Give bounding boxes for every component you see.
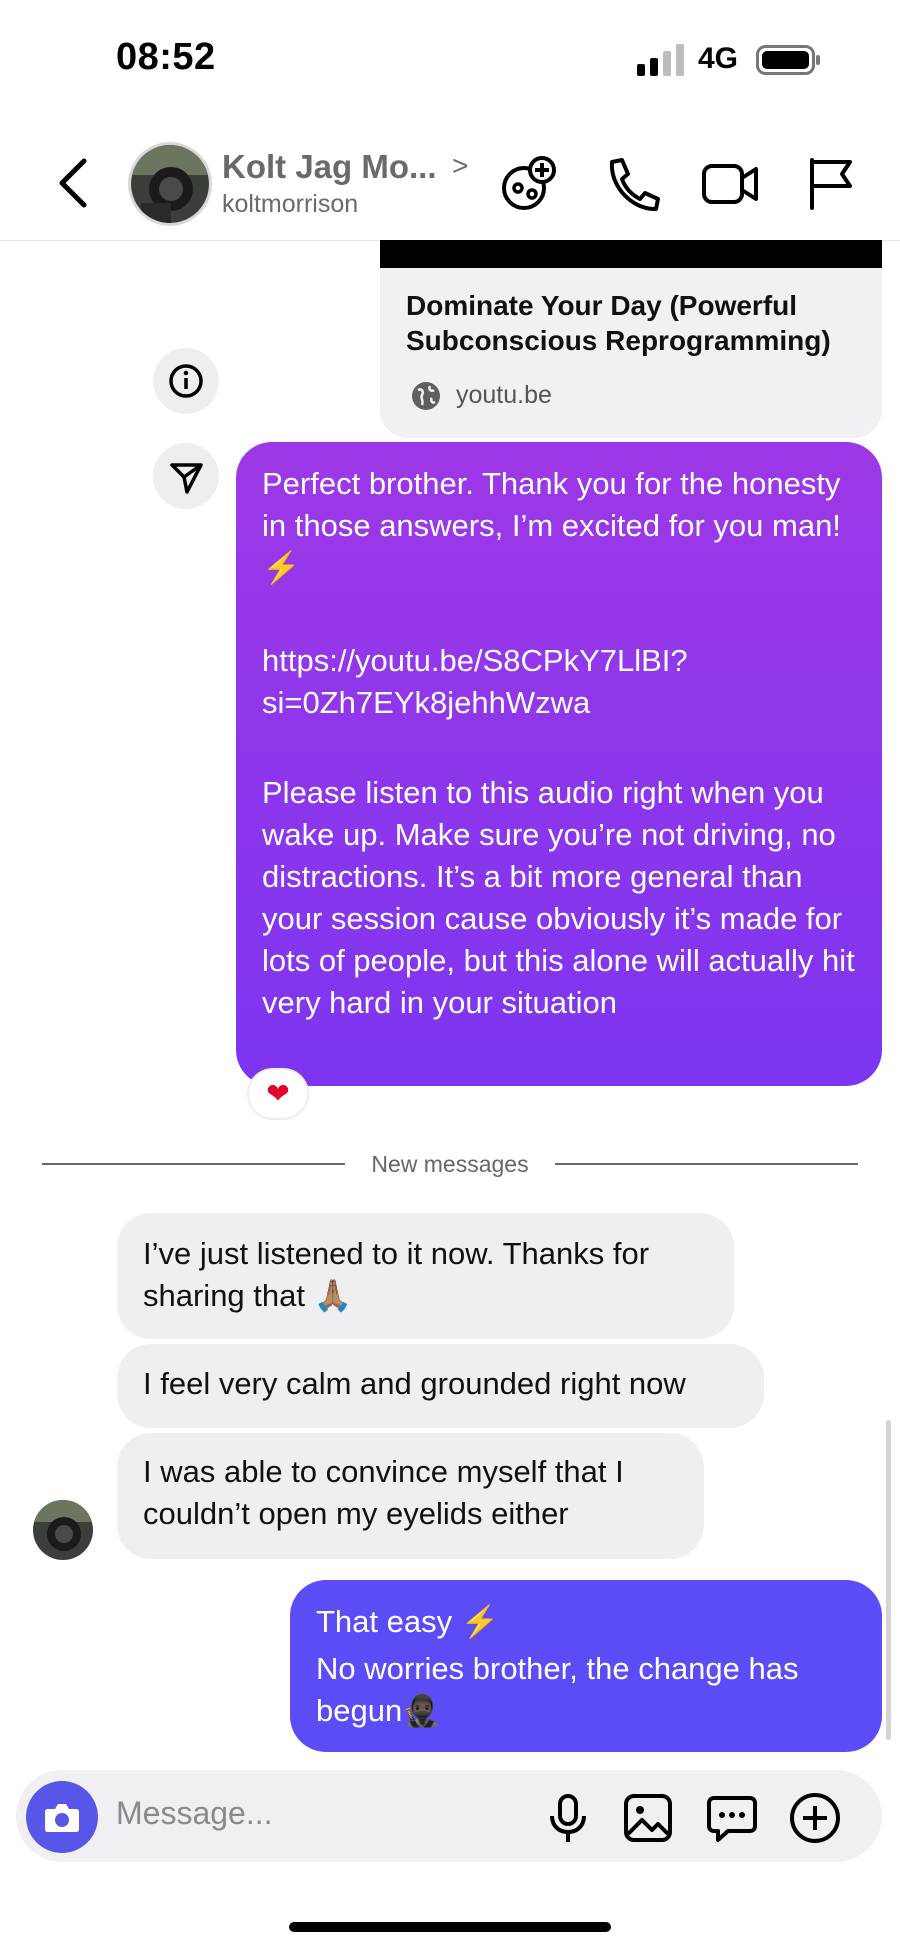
message-input[interactable]: Message... bbox=[116, 1795, 273, 1832]
globe-icon bbox=[412, 382, 440, 410]
info-button[interactable] bbox=[153, 348, 219, 414]
share-button[interactable] bbox=[153, 443, 219, 509]
sent-message-para1: Perfect brother. Thank you for the hones… bbox=[262, 466, 841, 585]
sent-message-link[interactable]: https://youtu.be/S8CPkY7LlBI?si=0Zh7EYk8… bbox=[262, 640, 862, 724]
home-indicator[interactable] bbox=[289, 1922, 611, 1932]
sent-message-para3: Please listen to this audio right when y… bbox=[262, 775, 855, 1020]
avatar[interactable] bbox=[128, 142, 212, 226]
network-type: 4G bbox=[698, 42, 739, 75]
contact-name[interactable]: Kolt Jag Mo... bbox=[222, 148, 437, 186]
phone-icon[interactable] bbox=[600, 150, 660, 216]
sent-message-line1: That easy ⚡ bbox=[316, 1604, 500, 1639]
divider-line-right bbox=[555, 1163, 858, 1165]
new-messages-divider: New messages bbox=[371, 1151, 529, 1177]
contact-username[interactable]: koltmorrison bbox=[222, 190, 358, 219]
gallery-icon[interactable] bbox=[620, 1790, 676, 1846]
received-message-text: I feel very calm and grounded right now bbox=[143, 1366, 686, 1401]
flag-icon[interactable] bbox=[800, 150, 860, 216]
plus-icon[interactable] bbox=[787, 1790, 843, 1846]
back-icon[interactable] bbox=[54, 155, 94, 211]
camera-button[interactable] bbox=[26, 1781, 98, 1853]
video-icon[interactable] bbox=[700, 150, 760, 216]
link-preview-thumbnail bbox=[380, 240, 882, 268]
divider-line-left bbox=[42, 1163, 345, 1165]
link-preview-domain: youtu.be bbox=[456, 381, 552, 409]
link-preview-title: Dominate Your Day (Powerful Subconscious… bbox=[406, 290, 831, 356]
received-message-text: I was able to convince myself that I cou… bbox=[143, 1454, 624, 1531]
sender-avatar[interactable] bbox=[33, 1500, 93, 1560]
heart-reaction[interactable]: ❤ bbox=[247, 1068, 309, 1120]
battery-icon bbox=[756, 45, 820, 75]
scrollbar[interactable] bbox=[886, 1420, 891, 1740]
status-time: 08:52 bbox=[116, 36, 216, 78]
signal-icon bbox=[637, 44, 684, 76]
sent-message-line2: No worries brother, the change has begun… bbox=[316, 1651, 799, 1728]
add-effect-icon[interactable] bbox=[498, 150, 558, 216]
chevron-right-icon[interactable]: > bbox=[452, 150, 468, 182]
microphone-icon[interactable] bbox=[540, 1790, 596, 1846]
info-icon bbox=[169, 364, 203, 398]
received-message-text: I’ve just listened to it now. Thanks for… bbox=[143, 1236, 650, 1313]
send-icon bbox=[170, 463, 203, 494]
sticker-icon[interactable] bbox=[704, 1790, 760, 1846]
camera-icon bbox=[45, 1804, 79, 1832]
